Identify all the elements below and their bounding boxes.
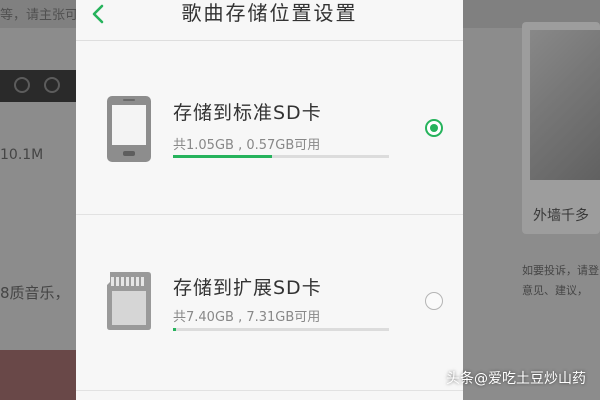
option-standard-sd-detail: 共1.05GB , 0.57GB可用 bbox=[173, 138, 321, 153]
option-standard-sd-label: 存储到标准SD卡 bbox=[173, 102, 322, 124]
dialog-title: 歌曲存储位置设置 bbox=[181, 1, 358, 25]
storage-usage-fill bbox=[173, 155, 273, 158]
option-extended-sd-label: 存储到扩展SD卡 bbox=[173, 277, 322, 299]
watermark: 头条@爱吃土豆炒山药 bbox=[446, 371, 586, 387]
storage-usage-bar bbox=[173, 328, 389, 331]
option-extended-sd[interactable]: 存储到扩展SD卡 共7.40GB , 7.31GB可用 bbox=[76, 215, 463, 391]
radio-extended-sd[interactable] bbox=[425, 292, 443, 310]
option-standard-sd[interactable]: 存储到标准SD卡 共1.05GB , 0.57GB可用 bbox=[76, 41, 463, 215]
storage-usage-fill bbox=[173, 328, 176, 331]
option-extended-sd-detail: 共7.40GB , 7.31GB可用 bbox=[173, 310, 321, 325]
phone-icon bbox=[107, 96, 151, 162]
storage-usage-bar bbox=[173, 155, 389, 158]
radio-standard-sd[interactable] bbox=[425, 119, 443, 137]
sd-card-icon bbox=[107, 272, 151, 330]
dialog-header: 歌曲存储位置设置 bbox=[76, 0, 463, 41]
storage-location-dialog: 歌曲存储位置设置 存储到标准SD卡 共1.05GB , 0.57GB可用 存储到… bbox=[76, 0, 463, 400]
